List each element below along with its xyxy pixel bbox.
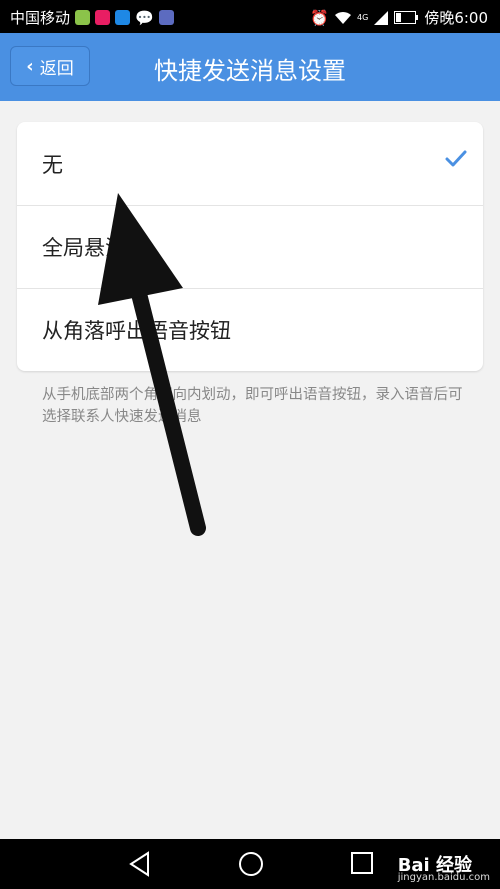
home-circle-icon[interactable] (238, 851, 264, 877)
checkmark-icon (445, 150, 467, 167)
hint-text: 从手机底部两个角落向内划动，即可呼出语音按钮，录入语音后可选择联系人快速发送消息 (42, 387, 463, 425)
carrier-label: 中国移动 (10, 9, 71, 27)
option-corner-voice-button[interactable]: 从角落呼出语音按钮 (17, 288, 483, 371)
clock-label: 傍晚6:00 (424, 9, 488, 27)
recents-square-icon[interactable] (350, 851, 374, 875)
options-card: 无 全局悬浮球 从角落呼出语音按钮 (17, 122, 483, 371)
wifi-icon (335, 11, 352, 24)
back-button[interactable]: ‹ 返回 (10, 46, 90, 86)
app-notification-icon (95, 10, 111, 25)
app-bar: 快捷发送消息设置 ‹ 返回 (0, 33, 500, 101)
back-button-label: 返回 (39, 58, 74, 79)
navigation-bar: Bai 经验 jingyan.baidu.com (0, 839, 500, 889)
option-floating-ball[interactable]: 全局悬浮球 (17, 205, 483, 288)
app-notification-icon (158, 10, 174, 25)
alarm-icon: ⏰ (310, 8, 330, 27)
signal-icon (374, 10, 389, 25)
network-label: 4G (357, 13, 369, 22)
back-triangle-icon[interactable] (128, 851, 152, 877)
option-label: 无 (42, 152, 63, 177)
option-label: 全局悬浮球 (42, 236, 147, 260)
status-bar: 中国移动 💬 ⏰ 4G 傍晚6:00 (0, 0, 500, 33)
option-none[interactable]: 无 (17, 122, 483, 205)
watermark-url: jingyan.baidu.com (397, 872, 490, 883)
chat-icon: 💬 (135, 8, 154, 27)
option-label: 从角落呼出语音按钮 (42, 319, 231, 343)
app-notification-icon (75, 10, 91, 25)
battery-icon (394, 11, 419, 24)
shield-icon (115, 10, 131, 25)
chevron-left-icon: ‹ (26, 55, 34, 77)
